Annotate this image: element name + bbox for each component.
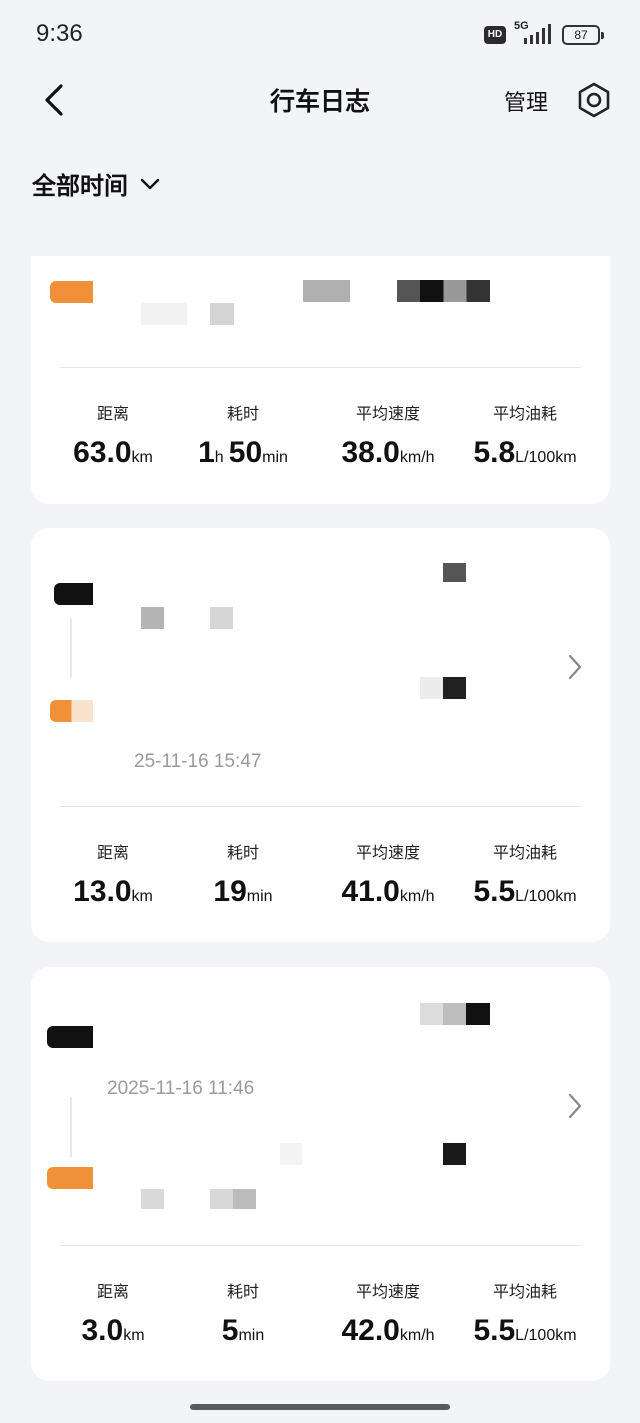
redacted-block [397,280,490,302]
stat-avg-fuel: 平均油耗 5.8L/100km [463,400,587,470]
time-filter-dropdown[interactable]: 全部时间 [32,166,162,201]
redacted-block [141,1189,164,1209]
redacted-block [280,1143,302,1165]
stat-unit: km [131,888,153,905]
stat-value: 5.5 [473,875,516,908]
stat-value: 5 [221,1314,239,1347]
stat-value: 13.0 [73,875,132,908]
redacted-block [210,303,234,325]
stat-unit: L/100km [515,1327,577,1344]
divider [60,1245,581,1246]
start-marker [54,583,93,605]
status-bar: 9:36 HD 5G 87 [0,0,640,70]
chevron-right-icon[interactable] [564,653,586,681]
stat-value: 41.0 [341,875,400,908]
trip-start-time: 2025-11-16 11:46 [107,1078,255,1099]
redacted-block [141,607,164,629]
stat-value: 3.0 [81,1314,124,1347]
stat-label: 耗时 [226,1282,259,1301]
stat-label: 平均油耗 [492,404,557,423]
stat-label: 耗时 [226,843,259,862]
stat-unit-hours: h [214,449,224,466]
stat-label: 距离 [96,843,129,862]
end-marker [50,700,93,722]
stat-unit: km/h [399,1327,435,1344]
stat-label: 平均速度 [355,843,420,862]
stat-unit: min [238,1327,265,1344]
start-marker [47,1026,93,1048]
stat-avg-fuel: 平均油耗 5.5L/100km [463,839,587,909]
redacted-block [420,1003,490,1025]
battery-level: 87 [574,28,588,42]
stat-label: 平均速度 [355,1282,420,1301]
trip-stats: 距离 13.0km 耗时 19min 平均速度 41.0km/h 平均油耗 5.… [31,839,610,929]
stat-label: 距离 [96,1282,129,1301]
stat-value-hours: 1 [198,436,215,469]
redacted-block [443,1143,466,1165]
stat-avg-speed: 平均速度 42.0km/h [321,1278,455,1348]
stat-label: 平均油耗 [492,843,557,862]
stat-label: 平均油耗 [492,1282,557,1301]
trip-card[interactable]: 2025-11-16 11:46 距离 3.0km 耗时 5min 平均速度 4… [31,967,610,1381]
chevron-down-icon [140,178,160,189]
trip-card[interactable]: 距离 63.0km 耗时 1h 50min 平均速度 38.0km/h 平均油耗… [31,256,610,504]
stat-unit: L/100km [515,888,577,905]
status-time: 9:36 [36,20,83,47]
stat-value: 5.8 [473,436,516,469]
stat-duration: 耗时 1h 50min [188,400,298,470]
stat-value: 5.5 [473,1314,516,1347]
stat-unit: L/100km [515,449,577,466]
redacted-block [443,563,466,582]
stat-distance: 距离 63.0km [61,400,165,470]
stat-duration: 耗时 19min [188,839,298,909]
battery-icon: 87 [562,25,604,45]
stat-value: 38.0 [341,436,400,469]
route-line [70,618,72,678]
trip-card[interactable]: 25-11-16 15:47 距离 13.0km 耗时 19min 平均速度 4… [31,528,610,942]
trip-stats: 距离 3.0km 耗时 5min 平均速度 42.0km/h 平均油耗 5.5L… [31,1278,610,1368]
hd-icon: HD [484,26,506,44]
stat-value-minutes: 50 [228,436,263,469]
time-filter-label: 全部时间 [32,172,128,200]
start-marker [50,281,93,303]
divider [60,367,581,368]
redacted-block [420,677,466,699]
home-indicator[interactable] [190,1404,450,1410]
stat-label: 耗时 [226,404,259,423]
redacted-block [141,303,187,325]
stat-value: 42.0 [341,1314,400,1347]
stat-value: 19 [213,875,247,908]
stat-unit: km [131,449,153,466]
stat-distance: 距离 3.0km [61,1278,165,1348]
settings-gear-icon[interactable] [574,80,614,120]
stat-unit: km [123,1327,145,1344]
stat-unit-minutes: min [262,449,288,466]
stat-unit: min [246,888,273,905]
redacted-block [303,280,350,302]
stat-avg-speed: 平均速度 41.0km/h [321,839,455,909]
trip-stats: 距离 63.0km 耗时 1h 50min 平均速度 38.0km/h 平均油耗… [31,400,610,490]
chevron-right-icon[interactable] [564,1092,586,1120]
redacted-block [210,1189,256,1209]
route-line [70,1097,72,1157]
app-header: 行车日志 管理 [0,70,640,130]
signal-icon [524,24,551,44]
stat-unit: km/h [399,888,435,905]
stat-avg-fuel: 平均油耗 5.5L/100km [463,1278,587,1348]
redacted-block [210,607,233,629]
trip-end-time: 25-11-16 15:47 [134,751,262,772]
stat-value: 63.0 [73,436,132,469]
manage-button[interactable]: 管理 [504,85,548,117]
stat-duration: 耗时 5min [188,1278,298,1348]
stat-label: 平均速度 [355,404,420,423]
divider [60,806,581,807]
stat-unit: km/h [399,449,435,466]
stat-label: 距离 [96,404,129,423]
stat-avg-speed: 平均速度 38.0km/h [321,400,455,470]
end-marker [47,1167,93,1189]
stat-distance: 距离 13.0km [61,839,165,909]
